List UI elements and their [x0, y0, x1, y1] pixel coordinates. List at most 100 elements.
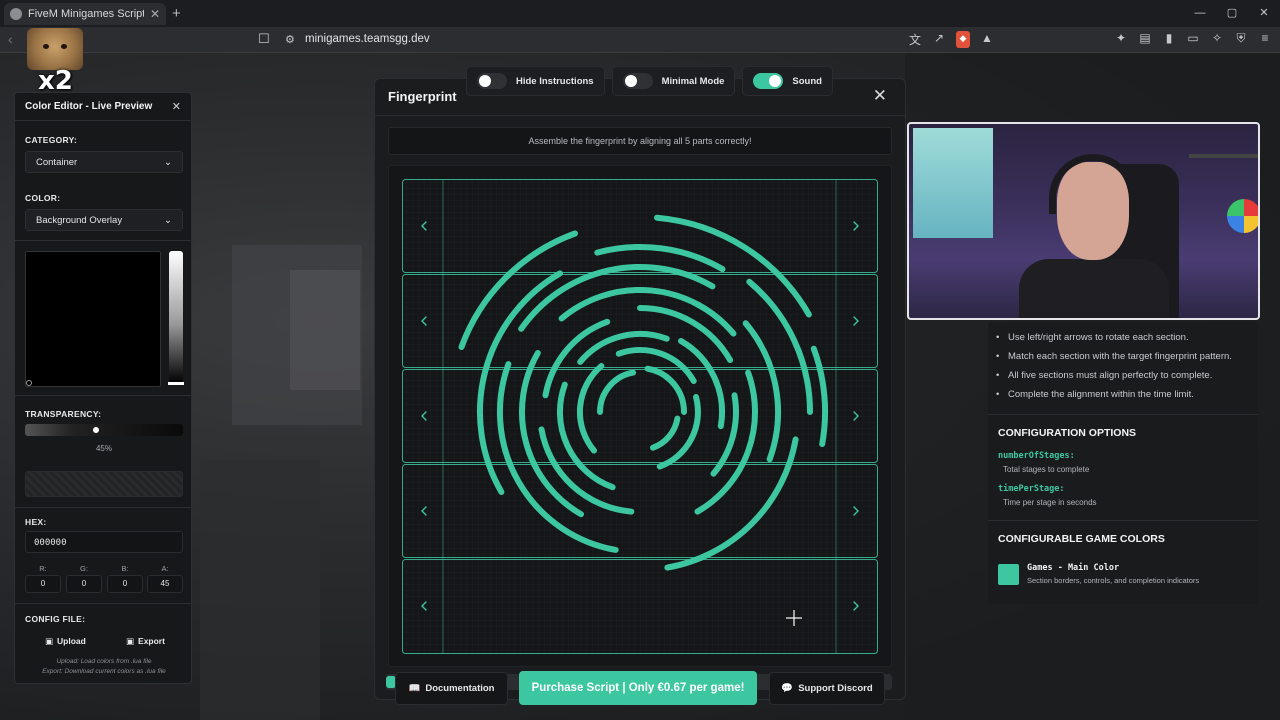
wallet-icon[interactable]: ▭ — [1186, 31, 1200, 46]
divider — [15, 395, 193, 396]
support-discord-label: Support Discord — [798, 683, 873, 694]
share-icon[interactable]: ↗ — [932, 31, 946, 48]
chat-bubble-icon: 💬 — [781, 683, 794, 694]
minimal-mode-toggle[interactable]: Minimal Mode — [611, 66, 736, 96]
brave-rewards-icon[interactable]: ▲ — [980, 31, 994, 48]
option-key: timePerStage: — [998, 484, 1065, 494]
hex-label: HEX: — [25, 517, 47, 527]
webcam-shelf — [1189, 154, 1258, 158]
transparency-value: 45% — [95, 444, 112, 453]
translate-icon[interactable]: 文 — [908, 31, 922, 48]
bookmark-icon[interactable]: ☐ — [258, 31, 270, 47]
cat-sticker-image — [27, 28, 83, 70]
main-color-swatch[interactable] — [998, 564, 1019, 585]
color-select[interactable]: Background Overlay ⌄ — [25, 209, 183, 231]
b-label: B: — [121, 564, 129, 573]
background-door — [200, 460, 320, 720]
option-desc: Total stages to complete — [1003, 465, 1090, 474]
brightness-slider-handle[interactable] — [168, 382, 184, 385]
sound-toggle[interactable]: Sound — [742, 66, 833, 96]
game-toggles: Hide Instructions Minimal Mode Sound — [466, 66, 833, 98]
color-editor-header: Color Editor - Live Preview ✕ — [15, 93, 191, 121]
category-select[interactable]: Container ⌄ — [25, 151, 183, 173]
category-select-value: Container — [36, 156, 78, 168]
maximize-button[interactable]: ▢ — [1216, 0, 1248, 27]
a-input[interactable]: 45 — [147, 575, 183, 593]
config-file-label: CONFIG FILE: — [25, 614, 86, 624]
b-input[interactable]: 0 — [107, 575, 143, 593]
site-favicon-icon — [10, 8, 22, 20]
divider — [988, 414, 1258, 415]
extensions-icon[interactable]: ✦ — [1114, 31, 1128, 46]
chevron-down-icon: ⌄ — [164, 214, 172, 226]
brave-shields-icon[interactable]: ◆ — [956, 31, 970, 48]
documentation-button[interactable]: 📖 Documentation — [395, 672, 508, 705]
toggle-label: Sound — [792, 75, 822, 87]
hex-input[interactable]: 000000 — [25, 531, 183, 553]
site-info-icon[interactable]: ⚙ — [285, 33, 295, 46]
tab-close-icon[interactable]: ✕ — [150, 7, 160, 21]
background-panel — [290, 270, 360, 390]
color-editor-title: Color Editor - Live Preview — [25, 101, 153, 112]
back-arrow-icon[interactable]: ‹ — [8, 31, 13, 47]
transparency-slider[interactable] — [25, 424, 183, 436]
cat-eye — [43, 44, 49, 49]
toggle-label: Minimal Mode — [661, 75, 725, 87]
menu-icon[interactable]: ≡ — [1258, 31, 1272, 46]
divider — [15, 507, 193, 508]
game-instructions: Assemble the fingerprint by aligning all… — [388, 127, 892, 155]
export-note: Export: Download current colors as .lua … — [42, 668, 166, 675]
r-input[interactable]: 0 — [25, 575, 61, 593]
address-bar[interactable]: minigames.teamsgg.dev — [305, 33, 430, 45]
g-label: G: — [80, 564, 88, 573]
browser-toolbar: ‹ ☐ ⚙ minigames.teamsgg.dev 文 ↗ ◆ ▲ ✦ ▤ … — [0, 27, 1280, 53]
crosshair-cursor-icon — [786, 610, 802, 626]
transparency-label: TRANSPARENCY: — [25, 409, 102, 419]
option-desc: Time per stage in seconds — [1003, 498, 1097, 507]
divider — [15, 240, 193, 241]
address-bar-icons: 文 ↗ ◆ ▲ — [908, 31, 994, 48]
browser-tabbar: FiveM Minigames Script - Intera ✕ + — ▢ … — [0, 0, 1280, 27]
category-label: CATEGORY: — [25, 135, 78, 145]
saturation-picker[interactable] — [25, 251, 161, 387]
close-window-button[interactable]: ✕ — [1248, 0, 1280, 27]
webcam-prize-wheel — [1227, 199, 1258, 233]
list-item: All five sections must align perfectly t… — [996, 366, 1232, 385]
purchase-script-button[interactable]: Purchase Script | Only €0.67 per game! — [519, 671, 757, 705]
close-icon[interactable]: ✕ — [873, 86, 887, 106]
upload-note: Upload: Load colors from .lua file — [56, 658, 152, 665]
export-button[interactable]: ▣ Export — [126, 631, 165, 651]
upload-button[interactable]: ▣ Upload — [45, 631, 86, 651]
toggle-switch[interactable] — [753, 73, 784, 89]
instructions-list: Use left/right arrows to rotate each sec… — [996, 328, 1232, 404]
color-editor-panel: Color Editor - Live Preview ✕ CATEGORY: … — [14, 92, 193, 684]
a-label: A: — [161, 564, 169, 573]
support-discord-button[interactable]: 💬 Support Discord — [769, 672, 885, 705]
minimize-button[interactable]: — — [1184, 0, 1216, 27]
upload-icon: ▣ — [45, 635, 54, 646]
chevron-down-icon: ⌄ — [164, 156, 172, 168]
tab-search-icon[interactable]: ▤ — [1138, 31, 1152, 46]
transparency-slider-handle[interactable] — [93, 427, 99, 433]
r-label: R: — [39, 564, 47, 573]
toggle-label: Hide Instructions — [516, 75, 594, 87]
new-tab-button[interactable]: + — [172, 5, 181, 22]
brightness-slider[interactable] — [169, 251, 183, 383]
sidebar-icon[interactable]: ▮ — [1162, 31, 1176, 46]
toggle-switch[interactable] — [622, 73, 653, 89]
hide-instructions-toggle[interactable]: Hide Instructions — [466, 66, 605, 96]
picker-handle[interactable] — [26, 380, 32, 386]
toggle-switch[interactable] — [477, 73, 507, 89]
window-controls: — ▢ ✕ — [1184, 0, 1280, 27]
g-input[interactable]: 0 — [66, 575, 102, 593]
browser-tab[interactable]: FiveM Minigames Script - Intera ✕ — [4, 3, 166, 25]
game-colors-heading: CONFIGURABLE GAME COLORS — [998, 533, 1165, 545]
fingerprint-puzzle[interactable] — [388, 164, 892, 666]
close-icon[interactable]: ✕ — [172, 100, 181, 113]
grid-background — [402, 179, 878, 655]
export-icon: ▣ — [126, 635, 135, 646]
vpn-icon[interactable]: ⛨ — [1234, 31, 1248, 46]
list-item: Complete the alignment within the time l… — [996, 385, 1232, 404]
divider — [375, 115, 905, 116]
leo-ai-icon[interactable]: ✧ — [1210, 31, 1224, 46]
